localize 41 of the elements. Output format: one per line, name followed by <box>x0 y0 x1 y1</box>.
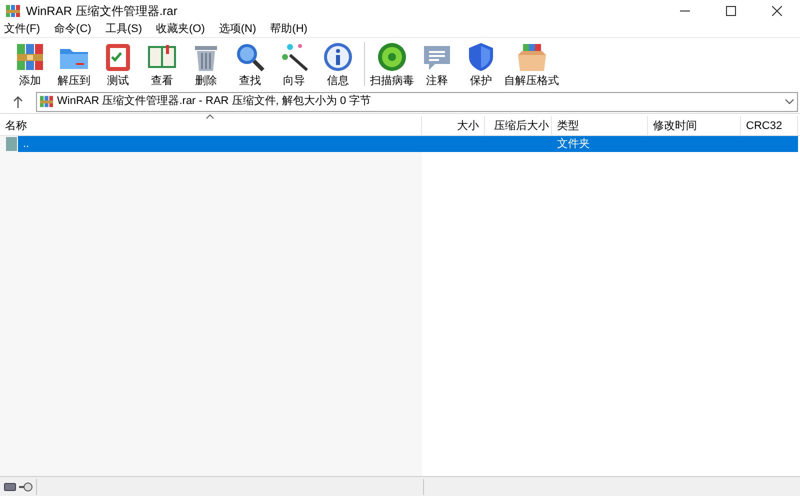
drive-icon <box>4 482 16 490</box>
up-arrow-icon <box>13 96 23 108</box>
address-field[interactable]: WinRAR 压缩文件管理器.rar - RAR 压缩文件, 解包大小为 0 字节 <box>36 92 798 112</box>
window-title: WinRAR 压缩文件管理器.rar <box>26 3 178 20</box>
table-row[interactable]: .. 文件夹 <box>18 136 798 152</box>
key-icon <box>19 482 33 492</box>
toolbar-button[interactable]: 查看 <box>140 40 184 88</box>
column-header[interactable]: 修改时间 <box>648 116 741 135</box>
close-icon <box>772 6 782 16</box>
table-cell: 文件夹 <box>557 138 590 150</box>
toolbar-button[interactable]: 信息 <box>316 40 360 88</box>
menu-item[interactable]: 帮助(H) <box>270 21 308 38</box>
column-header[interactable]: CRC32 <box>741 116 798 135</box>
virus-scan-icon <box>376 40 408 72</box>
column-header[interactable]: 压缩后大小 <box>485 116 552 135</box>
toolbar-button[interactable]: 注释 <box>415 40 459 88</box>
sort-ascending-icon <box>206 114 214 119</box>
menu-item[interactable]: 选项(N) <box>218 21 256 38</box>
column-header[interactable]: 大小 <box>422 116 485 135</box>
info-icon <box>322 40 354 72</box>
menu-item[interactable]: 工具(S) <box>105 21 142 38</box>
chevron-down-icon <box>785 98 794 104</box>
folder-up-icon <box>6 137 17 151</box>
table-cell: .. <box>23 138 30 150</box>
toolbar-button[interactable]: 保护 <box>459 40 503 88</box>
toolbar-button[interactable]: 添加 <box>8 40 52 88</box>
maximize-icon <box>726 6 736 16</box>
menu-item[interactable]: 文件(F) <box>4 21 40 38</box>
archive-icon <box>40 95 53 108</box>
app-icon <box>6 4 20 18</box>
toolbar-button[interactable]: 查找 <box>228 40 272 88</box>
toolbar-button[interactable]: 测试 <box>96 40 140 88</box>
menu-item[interactable]: 命令(C) <box>54 21 92 38</box>
toolbar-button[interactable]: 删除 <box>184 40 228 88</box>
column-header[interactable]: 名称 <box>0 116 422 135</box>
menu-item[interactable]: 收藏夹(O) <box>156 21 205 38</box>
toolbar-button[interactable]: 扫描病毒 <box>369 40 415 88</box>
toolbar-button[interactable]: 解压到 <box>52 40 96 88</box>
column-header[interactable]: 类型 <box>552 116 648 135</box>
toolbar-button[interactable]: 向导 <box>272 40 316 88</box>
toolbar-button[interactable]: 自解压格式 <box>503 40 560 88</box>
